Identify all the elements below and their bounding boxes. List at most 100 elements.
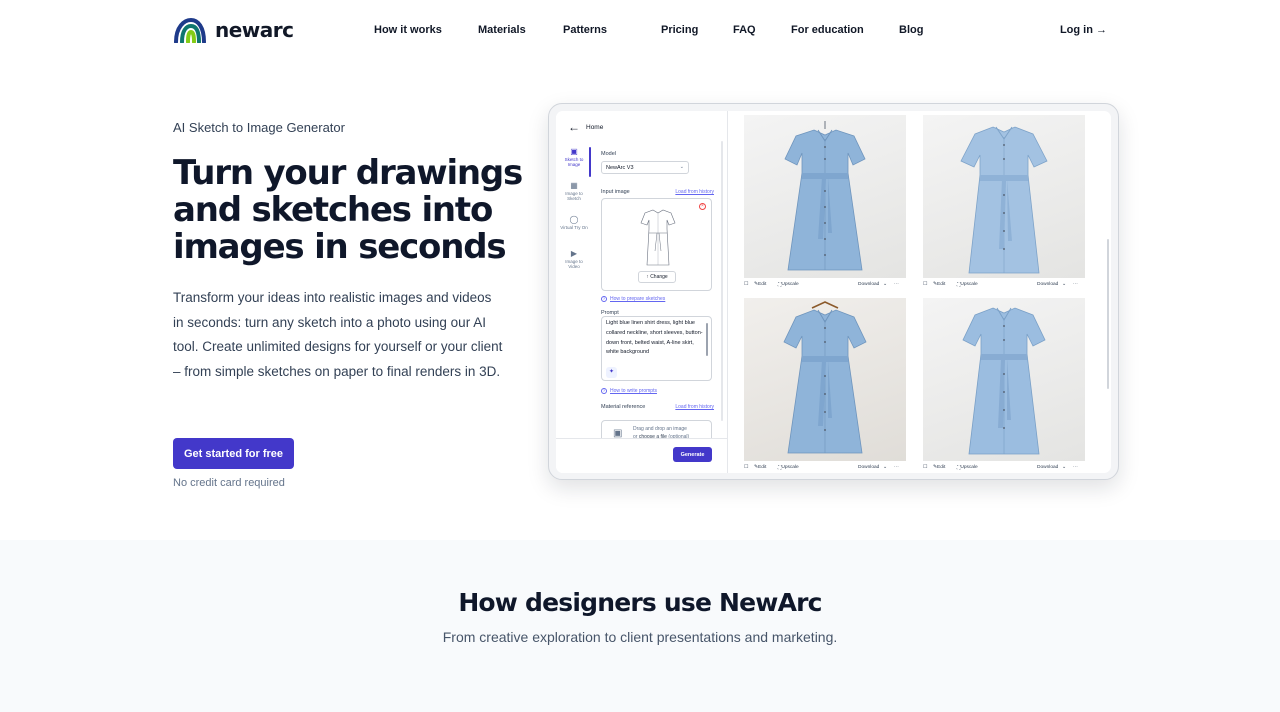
rail-item-virtual-try-on[interactable]: ◯ Virtual Try On: [560, 215, 588, 249]
dress-render-image: [962, 307, 1046, 455]
dress-sketch-image: [640, 209, 676, 266]
back-label: Home: [586, 123, 604, 131]
nav-how-it-works[interactable]: How it works: [374, 24, 478, 36]
section-title: How designers use NewArc: [458, 588, 822, 617]
edit-label: Edit: [758, 465, 767, 470]
rail-label: Image to Sketch: [565, 191, 583, 201]
edit-label: Edit: [937, 465, 946, 470]
login-link[interactable]: Log in →: [1060, 24, 1107, 36]
result-image[interactable]: [923, 115, 1085, 278]
edit-button[interactable]: ✎ Edit: [933, 465, 945, 470]
result-image[interactable]: [923, 298, 1085, 461]
nav-materials[interactable]: Materials: [478, 24, 563, 36]
result-image[interactable]: [744, 298, 906, 461]
rail-label: Virtual Try On: [560, 225, 588, 230]
brand-logo[interactable]: newarc: [173, 17, 294, 43]
result-actions: ☐ ✎ Edit ⛶ Upscale Download ⌄ ···: [744, 465, 906, 473]
rail-item-image-to-sketch[interactable]: ▦ Image to Sketch: [560, 181, 588, 215]
video-icon: ▶: [570, 249, 578, 258]
upscale-label: Upscale: [781, 465, 799, 470]
nav-for-education[interactable]: For education: [791, 24, 899, 36]
nav-faq[interactable]: FAQ: [733, 24, 791, 36]
download-button[interactable]: Download: [1037, 282, 1058, 287]
input-image-box[interactable]: × ↑ Change: [601, 198, 712, 291]
model-value: NewArc V3: [606, 165, 634, 171]
download-button[interactable]: Download: [858, 282, 879, 287]
main-nav: How it works Materials Patterns Pricing …: [374, 24, 939, 36]
chevron-down-icon[interactable]: ⌄: [1062, 282, 1066, 287]
model-select[interactable]: NewArc V3 ⌄: [601, 161, 689, 174]
results-scrollbar[interactable]: [1107, 239, 1109, 389]
upscale-label: Upscale: [781, 282, 799, 287]
result-image[interactable]: [744, 115, 906, 278]
sketch-icon: ▦: [570, 181, 578, 190]
prepare-hint-text: How to prepare sketches: [610, 296, 666, 302]
bookmark-icon[interactable]: ☐: [744, 465, 748, 470]
rail-label: Sketch to Image: [564, 157, 584, 167]
result-actions: ☐ ✎ Edit ⛶ Upscale Download ⌄ ···: [744, 282, 906, 290]
chevron-down-icon[interactable]: ⌄: [883, 282, 887, 287]
result-actions: ☐ ✎ Edit ⛶ Upscale Download ⌄ ···: [923, 282, 1085, 290]
how-designers-section: [0, 540, 1280, 712]
brand-name: newarc: [215, 18, 294, 42]
more-icon[interactable]: ···: [894, 465, 899, 470]
chevron-down-icon: ⌄: [679, 164, 684, 170]
download-button[interactable]: Download: [1037, 465, 1058, 470]
dropzone-line: Drag and drop an image: [633, 426, 687, 432]
bookmark-icon[interactable]: ☐: [744, 282, 748, 287]
dress-render-image: [783, 301, 867, 454]
bookmark-icon[interactable]: ☐: [923, 465, 927, 470]
arrow-left-icon: ←: [568, 120, 580, 134]
edit-button[interactable]: ✎ Edit: [933, 282, 945, 287]
prompt-text: Light blue linen shirt dress, light blue…: [606, 320, 703, 356]
chevron-down-icon[interactable]: ⌄: [883, 465, 887, 470]
hero-description: Transform your ideas into realistic imag…: [173, 290, 503, 379]
question-icon: ?: [601, 388, 607, 394]
image-icon: ▣: [570, 147, 578, 156]
person-icon: ◯: [569, 215, 579, 224]
app-mockup-screen: ← Home ▣ Sketch to Image ▦ Image to Sket…: [556, 111, 1111, 473]
dress-render-image: [960, 126, 1048, 274]
rail-item-sketch-to-image[interactable]: ▣ Sketch to Image: [560, 147, 588, 181]
remove-image-icon[interactable]: ×: [699, 203, 706, 210]
section-subtitle: From creative exploration to client pres…: [442, 629, 838, 645]
write-prompts-link[interactable]: ? How to write prompts: [601, 388, 657, 394]
upscale-button[interactable]: ⛶ Upscale: [778, 282, 799, 288]
write-hint-text: How to write prompts: [610, 388, 657, 394]
material-history-link[interactable]: Load from history: [675, 404, 714, 410]
download-button[interactable]: Download: [858, 465, 879, 470]
upscale-button[interactable]: ⛶ Upscale: [957, 282, 978, 288]
results-grid: ☐ ✎ Edit ⛶ Upscale Download ⌄ ··· ☐ ✎ Ed…: [744, 115, 1104, 473]
more-icon[interactable]: ···: [894, 282, 899, 287]
edit-button[interactable]: ✎ Edit: [754, 465, 766, 470]
magic-wand-icon[interactable]: ✦: [606, 367, 617, 378]
generate-button[interactable]: Generate: [673, 447, 712, 462]
upscale-button[interactable]: ⛶ Upscale: [778, 465, 799, 471]
material-reference-label: Material reference: [601, 404, 646, 410]
get-started-button[interactable]: Get started for free: [173, 438, 294, 469]
nav-pricing[interactable]: Pricing: [661, 24, 733, 36]
upscale-label: Upscale: [960, 465, 978, 470]
more-icon[interactable]: ···: [1073, 282, 1078, 287]
rail-item-image-to-video[interactable]: ▶ Image to Video: [560, 249, 588, 283]
app-mockup-frame: ← Home ▣ Sketch to Image ▦ Image to Sket…: [548, 103, 1119, 480]
more-icon[interactable]: ···: [1073, 465, 1078, 470]
chevron-down-icon[interactable]: ⌄: [1062, 465, 1066, 470]
nav-blog[interactable]: Blog: [899, 24, 939, 36]
panel-scrollbar[interactable]: [721, 141, 723, 421]
upload-icon: ↑: [646, 274, 649, 280]
panel-footer: Generate: [556, 438, 727, 473]
change-label: Change: [650, 274, 668, 280]
prompt-textarea[interactable]: Light blue linen shirt dress, light blue…: [601, 316, 712, 381]
change-image-button[interactable]: ↑ Change: [638, 271, 676, 283]
active-rail-indicator: [589, 147, 591, 177]
bookmark-icon[interactable]: ☐: [923, 282, 927, 287]
prepare-sketches-link[interactable]: ? How to prepare sketches: [601, 296, 665, 302]
load-history-link[interactable]: Load from history: [675, 189, 714, 195]
nav-patterns[interactable]: Patterns: [563, 24, 661, 36]
edit-button[interactable]: ✎ Edit: [754, 282, 766, 287]
edit-label: Edit: [758, 282, 767, 287]
prompt-scrollbar[interactable]: [706, 323, 708, 356]
back-home-button[interactable]: ← Home: [568, 121, 603, 133]
upscale-button[interactable]: ⛶ Upscale: [957, 465, 978, 471]
